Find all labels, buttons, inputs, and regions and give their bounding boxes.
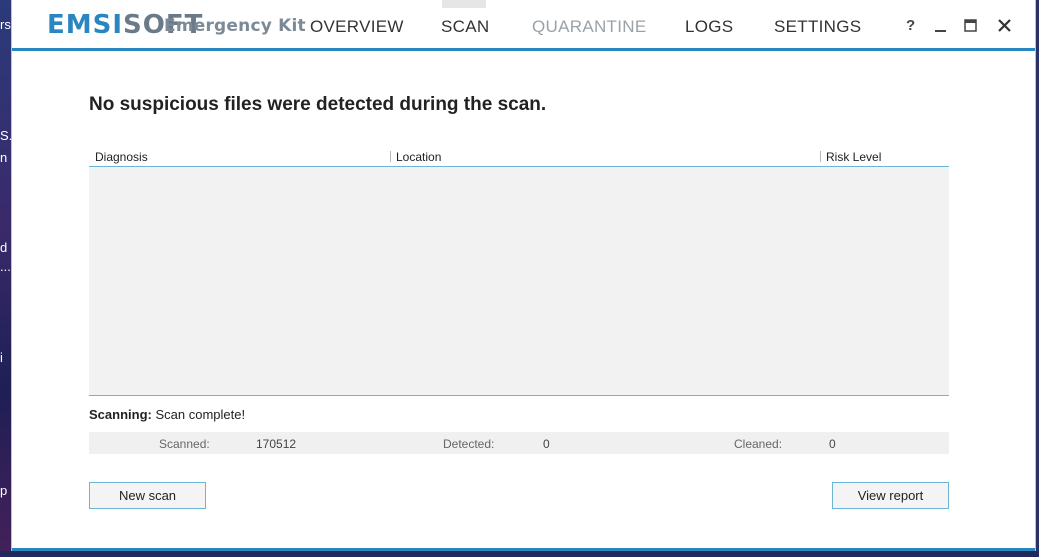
results-table: Diagnosis Location Risk Level bbox=[89, 146, 949, 396]
column-header-risk-level[interactable]: Risk Level bbox=[826, 150, 881, 164]
active-tab-indicator bbox=[442, 0, 486, 8]
cleaned-label: Cleaned: bbox=[734, 437, 783, 451]
tab-scan[interactable]: SCAN bbox=[441, 17, 489, 37]
new-scan-button[interactable]: New scan bbox=[89, 482, 206, 509]
scan-status: Scanning: Scan complete! bbox=[89, 407, 245, 422]
view-report-button[interactable]: View report bbox=[832, 482, 949, 509]
column-header-diagnosis[interactable]: Diagnosis bbox=[95, 150, 148, 164]
scanned-value: 170512 bbox=[256, 437, 297, 451]
scan-stats-bar: Scanned: 170512 Detected: 0 Cleaned: 0 bbox=[89, 432, 949, 454]
maximize-icon[interactable] bbox=[964, 19, 978, 37]
desktop-text-fragment: n bbox=[0, 150, 8, 165]
close-icon-glyph bbox=[998, 19, 1011, 32]
minimize-icon[interactable] bbox=[935, 14, 947, 38]
tab-overview[interactable]: OVERVIEW bbox=[310, 17, 404, 37]
top-navigation-bar: EMSISOFT Emergency Kit OVERVIEW SCAN QUA… bbox=[12, 0, 1035, 51]
desktop-text-fragment: p bbox=[0, 483, 8, 498]
desktop-text-fragment: rs bbox=[0, 17, 11, 32]
cleaned-value: 0 bbox=[829, 437, 836, 451]
tab-quarantine[interactable]: QUARANTINE bbox=[532, 17, 646, 37]
column-separator[interactable] bbox=[390, 151, 391, 162]
desktop-background-bottom bbox=[0, 551, 1039, 557]
scanned-label: Scanned: bbox=[159, 437, 210, 451]
tab-logs[interactable]: LOGS bbox=[685, 17, 733, 37]
desktop-text-fragment: d bbox=[0, 240, 8, 255]
app-window: EMSISOFT Emergency Kit OVERVIEW SCAN QUA… bbox=[11, 0, 1036, 551]
page-title: No suspicious files were detected during… bbox=[89, 94, 547, 115]
scan-status-value: Scan complete! bbox=[155, 407, 246, 422]
results-table-body[interactable] bbox=[89, 167, 949, 396]
maximize-icon-glyph bbox=[964, 19, 977, 32]
column-header-location[interactable]: Location bbox=[396, 150, 441, 164]
window-bottom-border bbox=[12, 548, 1035, 551]
scan-status-label: Scanning: bbox=[89, 407, 152, 422]
column-separator[interactable] bbox=[820, 151, 821, 162]
brand-logo-part1: EMSI bbox=[47, 10, 124, 40]
results-table-header: Diagnosis Location Risk Level bbox=[89, 146, 949, 167]
detected-label: Detected: bbox=[443, 437, 495, 451]
desktop-text-fragment: ... bbox=[0, 259, 11, 274]
desktop-text-fragment: i bbox=[0, 350, 3, 365]
detected-value: 0 bbox=[543, 437, 550, 451]
close-icon[interactable] bbox=[998, 19, 1011, 36]
help-icon[interactable]: ? bbox=[906, 17, 915, 34]
tab-settings[interactable]: SETTINGS bbox=[774, 17, 861, 37]
brand-subtitle: Emergency Kit bbox=[164, 16, 306, 36]
minimize-icon-glyph bbox=[935, 30, 946, 32]
